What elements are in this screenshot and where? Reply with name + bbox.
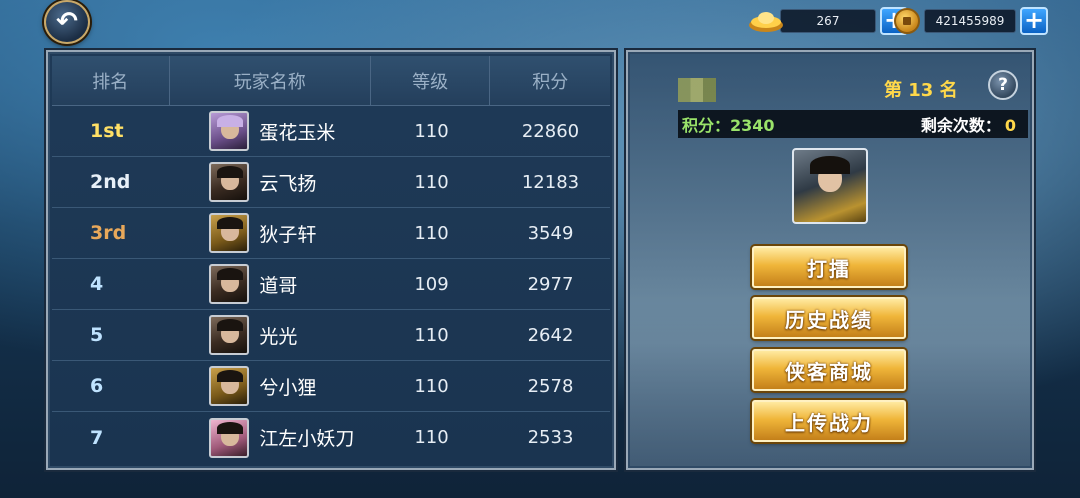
remaining-attempts-label: 剩余次数： <box>920 116 1001 135</box>
rank-cell: 6 <box>90 375 104 397</box>
level-cell: 110 <box>414 427 449 448</box>
header-level: 等级 <box>371 56 491 105</box>
player-cell: 蛋花玉米 <box>163 111 372 151</box>
header-score: 积分 <box>532 71 569 93</box>
upload-power-button[interactable]: 上传战力 <box>752 400 906 442</box>
avatar <box>209 315 250 355</box>
player-name: 蛋花玉米 <box>259 121 336 144</box>
level-cell: 109 <box>414 273 449 295</box>
player-rank: 第 13 名 <box>884 80 958 101</box>
remaining-attempts: 剩余次数： 0 <box>921 112 1016 136</box>
leaderboard-header: 排名 玩家名称 等级 积分 <box>52 56 610 106</box>
add-coin-button[interactable]: + <box>1020 7 1048 35</box>
avatar <box>209 162 250 202</box>
player-name: 云飞扬 <box>259 172 317 195</box>
player-name: 江左小妖刀 <box>259 428 355 450</box>
avatar <box>209 111 250 151</box>
avatar <box>209 213 250 253</box>
player-cell: 道哥 <box>163 264 372 304</box>
table-row[interactable]: 6 兮小狸 110 2578 <box>52 361 610 412</box>
table-row[interactable]: 3rd 狄子轩 110 3549 <box>52 208 610 259</box>
player-cell: 狄子轩 <box>163 213 372 253</box>
player-name: 狄子轩 <box>259 223 317 246</box>
table-row[interactable]: 7 江左小妖刀 110 2533 <box>52 412 610 463</box>
score-cell: 3549 <box>527 222 574 244</box>
question-mark-icon: ? <box>998 75 1008 95</box>
level-cell: 110 <box>414 375 449 397</box>
level-cell: 110 <box>414 171 449 193</box>
player-avatar <box>678 78 716 102</box>
table-row[interactable]: 2nd 云飞扬 110 12183 <box>52 157 610 208</box>
score-cell: 12183 <box>521 171 580 193</box>
player-name: 兮小狸 <box>259 376 317 399</box>
coin-currency: 421455989 + <box>894 6 1048 36</box>
score-cell: 2642 <box>527 324 574 346</box>
level-cell: 110 <box>414 120 449 142</box>
remaining-attempts-value: 0 <box>1004 116 1016 135</box>
score-cell: 22860 <box>521 120 580 142</box>
table-row[interactable]: 5 光光 110 2642 <box>52 310 610 361</box>
rank-cell: 4 <box>90 273 104 295</box>
avatar <box>209 417 250 458</box>
leaderboard-panel: 排名 玩家名称 等级 积分 1st 蛋花玉米 110 22860 2nd 云飞扬… <box>46 50 616 470</box>
rank-cell: 2nd <box>90 171 131 193</box>
back-button[interactable]: ↶ <box>44 0 90 44</box>
rank-cell: 7 <box>90 426 104 449</box>
rank-cell: 1st <box>90 120 124 142</box>
copper-coin-icon <box>894 8 920 34</box>
player-summary: 第 13 名 ? 积分：2340 剩余次数： 0 <box>634 60 1028 138</box>
player-info-panel: 第 13 名 ? 积分：2340 剩余次数： 0 打擂 历史战绩 侠客商城 上传战… <box>626 50 1034 470</box>
player-score: 积分：2340 <box>682 116 775 135</box>
player-name: 光光 <box>259 325 298 348</box>
rank-cell: 5 <box>90 324 104 346</box>
table-row[interactable]: 1st 蛋花玉米 110 22860 <box>52 106 610 157</box>
hero-portrait[interactable] <box>792 148 868 224</box>
header-player-name: 玩家名称 <box>170 56 371 105</box>
player-cell: 云飞扬 <box>163 162 372 202</box>
score-cell: 2578 <box>527 375 574 397</box>
history-button[interactable]: 历史战绩 <box>752 297 906 339</box>
gold-ingot-icon <box>749 12 783 32</box>
avatar <box>209 366 250 406</box>
level-cell: 110 <box>414 324 449 346</box>
player-stats-bar: 积分：2340 剩余次数： 0 <box>678 110 1028 138</box>
player-cell: 光光 <box>163 315 372 355</box>
ingot-currency: 267 + <box>748 6 908 36</box>
player-name: 道哥 <box>259 274 298 297</box>
challenge-button[interactable]: 打擂 <box>752 246 906 288</box>
level-cell: 110 <box>414 222 449 244</box>
back-arrow-icon: ↶ <box>56 7 78 37</box>
table-row[interactable]: 4 道哥 109 2977 <box>52 259 610 310</box>
player-cell: 兮小狸 <box>163 366 372 406</box>
help-button[interactable]: ? <box>988 70 1018 100</box>
score-cell: 2533 <box>527 427 574 448</box>
score-cell: 2977 <box>527 273 574 295</box>
coin-amount: 421455989 <box>924 9 1016 33</box>
leaderboard-rows: 1st 蛋花玉米 110 22860 2nd 云飞扬 110 12183 3rd… <box>52 106 610 463</box>
rank-cell: 3rd <box>90 222 127 244</box>
ingot-amount: 267 <box>780 9 876 33</box>
avatar <box>209 264 250 304</box>
header-rank: 排名 <box>52 56 170 105</box>
shop-button[interactable]: 侠客商城 <box>752 349 906 391</box>
player-cell: 江左小妖刀 <box>163 417 372 458</box>
